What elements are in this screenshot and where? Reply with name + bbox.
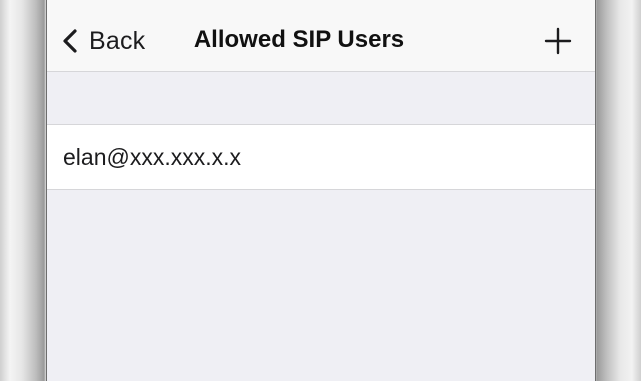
add-user-button[interactable] — [543, 26, 573, 56]
list-item[interactable]: elan@xxx.xxx.x.x — [47, 125, 595, 189]
navigation-bar: Back Allowed SIP Users — [47, 0, 595, 72]
app-screen: Back Allowed SIP Users elan@xxx.xxx.x.x — [46, 0, 596, 381]
sip-user-address: elan@xxx.xxx.x.x — [63, 143, 242, 170]
device-frame: Back Allowed SIP Users elan@xxx.xxx.x.x — [0, 0, 641, 381]
plus-icon — [544, 27, 572, 55]
page-title: Allowed SIP Users — [193, 26, 405, 53]
sip-users-list: elan@xxx.xxx.x.x — [47, 124, 595, 190]
